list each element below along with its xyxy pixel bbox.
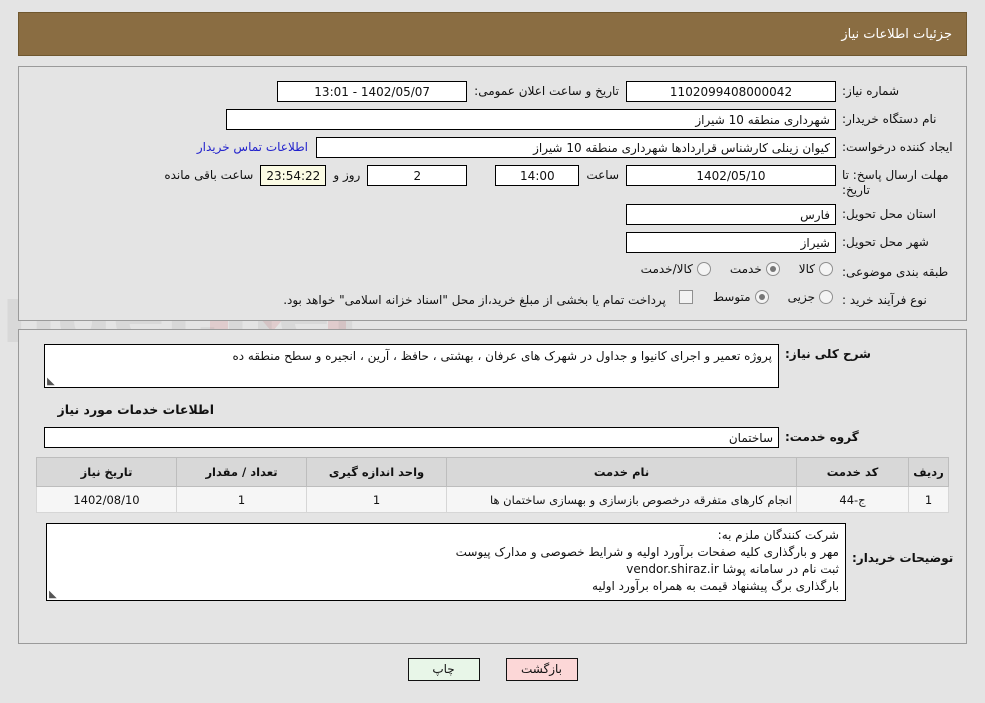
buyer-note-line-1: مهر و بارگذاری کلیه صفحات برآورد اولیه و…: [455, 545, 839, 559]
col-radif: ردیف: [908, 457, 949, 487]
deadline-label: مهلت ارسال پاسخ: تا تاریخ:: [842, 168, 949, 197]
row-need-number: شماره نیاز: 1102099408000042 تاریخ و ساع…: [31, 81, 954, 103]
remaining-time-value: 23:54:22: [260, 165, 327, 186]
radio-process-1[interactable]: [754, 290, 769, 304]
deadline-time-value: 14:00: [495, 165, 580, 186]
city-label: شهر محل تحویل:: [842, 235, 929, 249]
row-requester: ایجاد کننده درخواست: کیوان زینلی کارشناس…: [31, 137, 954, 159]
buyer-note-line-3: بارگذاری برگ پیشنهاد قیمت به همراه برآور…: [592, 579, 839, 593]
row-deadline: مهلت ارسال پاسخ: تا تاریخ: 1402/05/10 سا…: [31, 165, 954, 198]
radio-category-2[interactable]: [696, 262, 711, 276]
province-value: فارس: [626, 204, 836, 225]
row-province: استان محل تحویل: فارس: [31, 204, 954, 226]
col-service-name: نام خدمت: [446, 457, 797, 487]
need-desc-value[interactable]: پروژه تعمیر و اجرای کانیوا و جداول در شه…: [44, 344, 779, 388]
process-label: نوع فرآیند خرید :: [842, 293, 927, 307]
days-label: روز و: [333, 168, 361, 182]
announce-value: 1402/05/07 - 13:01: [277, 81, 468, 102]
page-title: جزئیات اطلاعات نیاز: [841, 26, 952, 42]
row-service-group: گروه خدمت: ساختمان: [31, 427, 954, 449]
row-buyer-org: نام دستگاه خریدار: شهرداری منطقه 10 شیرا…: [31, 109, 954, 131]
service-group-value: ساختمان: [44, 427, 779, 448]
remaining-days-value: 2: [367, 165, 468, 186]
action-buttons: بازگشت چاپ: [0, 658, 985, 681]
treasury-checkbox[interactable]: [678, 290, 693, 304]
buyer-contact-link[interactable]: اطلاعات تماس خریدار: [189, 137, 316, 154]
need-details-panel: شرح کلی نیاز: پروژه تعمیر و اجرای کانیوا…: [18, 329, 967, 644]
radio-category-2-label: کالا/خدمت: [640, 262, 693, 276]
col-quantity: تعداد / مقدار: [176, 457, 307, 487]
city-value: شیراز: [626, 232, 836, 253]
page-header: جزئیات اطلاعات نیاز: [18, 12, 967, 56]
requester-label: ایجاد کننده درخواست:: [842, 140, 953, 154]
announce-label: تاریخ و ساعت اعلان عمومی:: [474, 84, 619, 98]
buyer-note-line-2: ثبت نام در سامانه پوشا vendor.shiraz.ir: [626, 562, 839, 576]
service-group-label: گروه خدمت:: [785, 430, 859, 444]
radio-process-1-label: متوسط: [712, 290, 751, 304]
remaining-label: ساعت باقی مانده: [164, 168, 254, 182]
need-number-value: 1102099408000042: [626, 81, 836, 102]
radio-category-0[interactable]: [819, 262, 833, 276]
hour-label: ساعت: [586, 168, 619, 182]
cell-need-date: 1402/08/10: [36, 486, 177, 513]
radio-category-1-label: خدمت: [729, 262, 762, 276]
category-radio-group: کالا خدمت کالا/خدمت: [625, 262, 836, 276]
buyer-org-label: نام دستگاه خریدار:: [842, 112, 937, 126]
cell-service-name: انجام کارهای متفرقه درخصوص بازسازی و بهس…: [446, 486, 797, 513]
print-button[interactable]: چاپ: [407, 658, 480, 681]
row-city: شهر محل تحویل: شیراز: [31, 232, 954, 254]
buyer-notes-value[interactable]: شرکت کنندگان ملزم به: مهر و بارگذاری کلی…: [46, 523, 846, 601]
deadline-date-value: 1402/05/10: [626, 165, 836, 186]
need-desc-text: پروژه تعمیر و اجرای کانیوا و جداول در شه…: [232, 349, 772, 363]
cell-quantity: 1: [176, 486, 307, 513]
buyer-notes-label: توضیحات خریدار:: [852, 551, 954, 565]
table-row: 1 ج-44 انجام کارهای متفرقه درخصوص بازساز…: [36, 486, 949, 513]
need-desc-label: شرح کلی نیاز:: [785, 347, 871, 361]
cell-service-code: ج-44: [796, 486, 909, 513]
treasury-note: پرداخت تمام یا بخشی از مبلغ خرید،از محل …: [283, 293, 666, 307]
buyer-org-value: شهرداری منطقه 10 شیراز: [226, 109, 836, 130]
resize-grip-icon: ◢: [47, 376, 55, 387]
col-need-date: تاریخ نیاز: [36, 457, 177, 487]
need-number-label: شماره نیاز:: [842, 84, 899, 98]
col-service-code: کد خدمت: [796, 457, 909, 487]
services-section-heading: اطلاعات خدمات مورد نیاز: [57, 402, 215, 417]
row-need-description: شرح کلی نیاز: پروژه تعمیر و اجرای کانیوا…: [31, 344, 954, 388]
col-unit: واحد اندازه گیری: [306, 457, 447, 487]
table-header-row: ردیف کد خدمت نام خدمت واحد اندازه گیری ت…: [36, 457, 949, 487]
need-info-panel: شماره نیاز: 1102099408000042 تاریخ و ساع…: [18, 66, 967, 321]
buyer-note-line-0: شرکت کنندگان ملزم به:: [717, 528, 839, 542]
radio-category-0-label: کالا: [798, 262, 815, 276]
process-radio-group: جزیی متوسط: [697, 290, 836, 304]
radio-process-0-label: جزیی: [787, 290, 815, 304]
services-table: ردیف کد خدمت نام خدمت واحد اندازه گیری ت…: [36, 457, 949, 513]
radio-category-1[interactable]: [765, 262, 780, 276]
category-label: طبقه بندی موضوعی:: [842, 265, 949, 279]
cell-unit: 1: [306, 486, 447, 513]
back-button[interactable]: بازگشت: [505, 658, 578, 681]
resize-grip-icon: ◢: [49, 589, 57, 600]
cell-radif: 1: [908, 486, 949, 513]
radio-process-0[interactable]: [819, 290, 833, 304]
province-label: استان محل تحویل:: [842, 207, 937, 221]
row-category: طبقه بندی موضوعی: کالا خدمت کالا/خدمت: [31, 262, 954, 284]
row-process: نوع فرآیند خرید : جزیی متوسط پرداخت تمام…: [31, 290, 954, 312]
requester-value: کیوان زینلی کارشناس قراردادها شهرداری من…: [316, 137, 836, 158]
row-buyer-notes: توضیحات خریدار: شرکت کنندگان ملزم به: مه…: [31, 523, 954, 601]
